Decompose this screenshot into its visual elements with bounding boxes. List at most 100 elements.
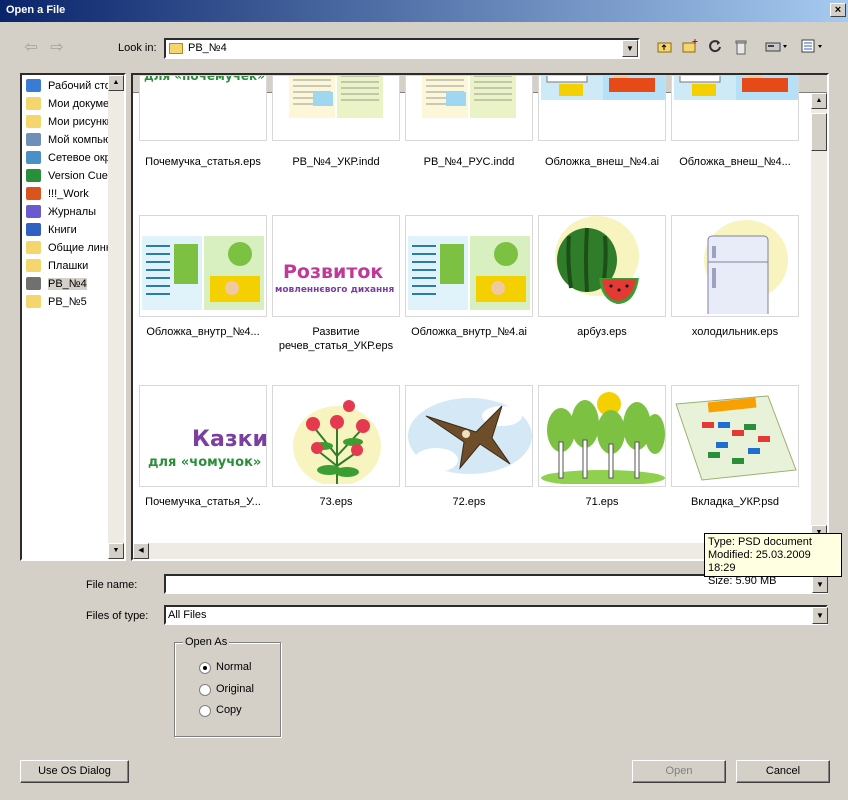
place-item[interactable]: PB_№4: [26, 276, 112, 292]
file-thumbnail[interactable]: Сказкидля «почемучек»: [139, 75, 267, 141]
refresh-icon[interactable]: [706, 39, 724, 57]
files-of-type-select[interactable]: All Files: [164, 605, 828, 625]
files-panel: Сказкидля «почемучек» Почемучка_статья.ep…: [131, 73, 829, 561]
file-name-label[interactable]: 72.eps: [400, 495, 538, 509]
use-os-dialog-button[interactable]: Use OS Dialog: [20, 760, 129, 783]
scroll-up-icon[interactable]: ▲: [108, 75, 124, 91]
place-label: Книги: [48, 224, 77, 236]
radio-dot[interactable]: [199, 705, 211, 717]
place-item[interactable]: Общие линки: [26, 240, 112, 256]
place-item[interactable]: Мои рисунки: [26, 114, 112, 130]
radio-dot[interactable]: [199, 662, 211, 674]
file-name-label[interactable]: Обложка_внеш_№4.ai: [533, 155, 671, 169]
place-item[interactable]: !!!_Work: [26, 186, 112, 202]
file-thumbnail[interactable]: [671, 215, 799, 317]
file-thumbnail[interactable]: Розвиток мовленнєвого дихання: [272, 215, 400, 317]
new-folder-icon[interactable]: [681, 39, 699, 57]
files-of-type-value: All Files: [168, 609, 207, 621]
file-name-label[interactable]: арбуз.eps: [533, 325, 671, 339]
close-button[interactable]: ×: [830, 3, 846, 17]
place-item[interactable]: Журналы: [26, 204, 112, 220]
file-name-label[interactable]: Развитие речев_статья_УКР.eps: [267, 325, 405, 353]
file-thumbnail[interactable]: [538, 215, 666, 317]
file-name-label[interactable]: Почемучка_статья.eps: [134, 155, 272, 169]
file-name-label[interactable]: Обложка_внутр_№4.ai: [400, 325, 538, 339]
chevron-down-icon[interactable]: ▼: [622, 40, 638, 57]
places-scrollbar[interactable]: ▲ ▼: [108, 75, 124, 559]
file-thumbnail[interactable]: [272, 385, 400, 487]
drive-menu-icon[interactable]: [764, 39, 790, 57]
title-bar: Open a File ×: [0, 0, 848, 22]
desktop-icon: [26, 79, 41, 92]
folder-icon: [26, 295, 41, 308]
file-thumbnail[interactable]: [538, 75, 666, 141]
file-thumbnail[interactable]: [405, 75, 533, 141]
file-thumbnail[interactable]: [538, 385, 666, 487]
file-thumbnail[interactable]: [272, 75, 400, 141]
file-name-label[interactable]: PB_№4_УКР.indd: [267, 155, 405, 169]
open-as-title: Open As: [183, 636, 230, 648]
place-item[interactable]: PB_№5: [26, 294, 112, 310]
place-label: Мои документы: [48, 98, 112, 110]
work-icon: [26, 187, 41, 200]
place-item[interactable]: Version Cue: [26, 168, 112, 184]
file-thumbnail[interactable]: [405, 385, 533, 487]
computer-icon: [26, 133, 41, 146]
scroll-thumb[interactable]: [811, 113, 827, 151]
file-thumbnail[interactable]: [139, 215, 267, 317]
forward-arrow-icon[interactable]: ⇨: [48, 39, 66, 57]
radio-copy[interactable]: Copy: [199, 704, 269, 718]
place-label: Плашки: [48, 260, 89, 272]
look-in-select[interactable]: PB_№4 ▼: [164, 38, 640, 59]
place-label: Сетевое окружение: [48, 152, 112, 164]
file-name-label[interactable]: 73.eps: [267, 495, 405, 509]
look-in-value: PB_№4: [188, 42, 227, 54]
svg-text:Розвиток: Розвиток: [283, 261, 383, 283]
place-label: PB_№4: [48, 278, 87, 290]
place-item[interactable]: Сетевое окружение: [26, 150, 112, 166]
file-name-label[interactable]: холодильник.eps: [666, 325, 804, 339]
view-menu-icon[interactable]: [800, 39, 826, 57]
place-item[interactable]: Рабочий стол: [26, 78, 112, 94]
up-folder-icon[interactable]: [656, 39, 674, 57]
radio-dot[interactable]: [199, 684, 211, 696]
place-label: Рабочий стол: [48, 80, 112, 92]
place-item[interactable]: Книги: [26, 222, 112, 238]
file-name-label[interactable]: 71.eps: [533, 495, 671, 509]
radio-label: Normal: [216, 661, 252, 673]
scroll-down-icon[interactable]: ▼: [108, 543, 124, 559]
open-button[interactable]: Open: [632, 760, 726, 783]
file-name-label[interactable]: PB_№4_РУС.indd: [400, 155, 538, 169]
svg-text:для «чомучок»: для «чомучок»: [148, 455, 261, 470]
file-name-label: File name:: [86, 579, 138, 591]
open-as-group: Open As Normal Original Copy: [174, 636, 281, 737]
file-thumbnail[interactable]: [671, 75, 799, 141]
file-name-label[interactable]: Обложка_внутр_№4...: [134, 325, 272, 339]
journals-icon: [26, 205, 41, 218]
file-thumbnail[interactable]: [671, 385, 799, 487]
scroll-left-icon[interactable]: ◀: [133, 543, 149, 559]
radio-normal[interactable]: Normal: [199, 661, 269, 675]
place-item[interactable]: Мои документы: [26, 96, 112, 112]
file-thumbnail[interactable]: [405, 215, 533, 317]
chevron-down-icon[interactable]: ▼: [812, 607, 828, 624]
file-name-label[interactable]: Обложка_внеш_№4...: [666, 155, 804, 169]
file-name-label[interactable]: Вкладка_УКР.psd: [666, 495, 804, 509]
trash-icon[interactable]: [732, 39, 750, 57]
files-vertical-scrollbar[interactable]: ▲ ▼: [811, 93, 827, 541]
place-item[interactable]: Плашки: [26, 258, 112, 274]
cancel-button[interactable]: Cancel: [736, 760, 830, 783]
scroll-up-icon[interactable]: ▲: [811, 93, 827, 109]
folder-icon: [169, 43, 183, 54]
radio-original[interactable]: Original: [199, 683, 269, 697]
back-arrow-icon[interactable]: ⇦: [22, 39, 40, 57]
open-file-dialog: ⇦ ⇨ Look in: PB_№4 ▼ Рабочий стол Мои док…: [0, 22, 848, 800]
radio-label: Copy: [216, 704, 242, 716]
folder-icon: [26, 277, 41, 290]
place-item[interactable]: Мой компьютер: [26, 132, 112, 148]
folder-icon: [26, 259, 41, 272]
window-title: Open a File: [6, 4, 66, 16]
file-name-label[interactable]: Почемучка_статья_У...: [134, 495, 272, 509]
radio-label: Original: [216, 683, 254, 695]
file-thumbnail[interactable]: Казки для «чомучок»: [139, 385, 267, 487]
